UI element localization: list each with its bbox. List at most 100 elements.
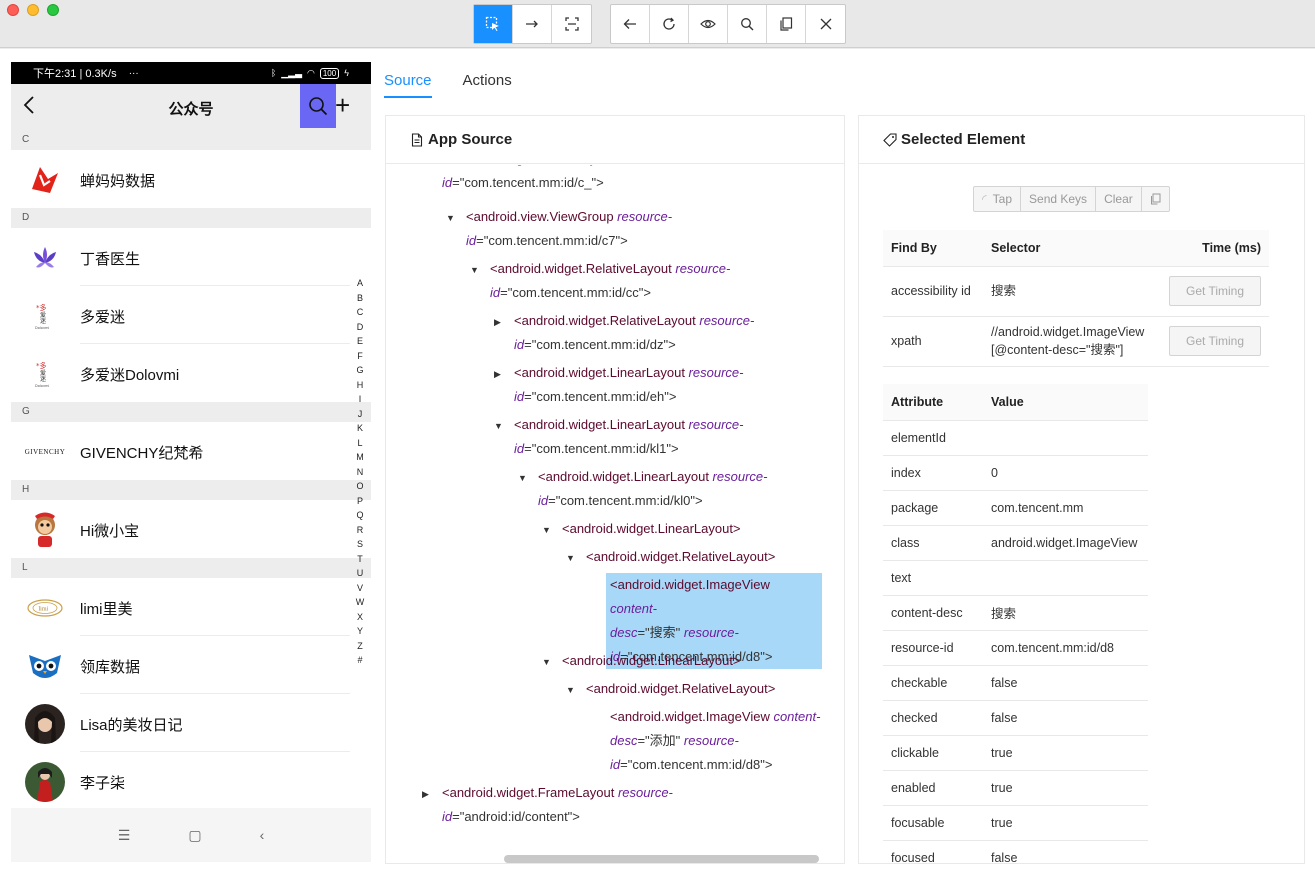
tree-node[interactable]: <android.widget.LinearLayout resource-id… [514,413,743,461]
tree-tag: <android.widget.RelativeLayout [514,313,700,328]
account-row[interactable]: *多爱迷 Dolovmi 多爱迷 [11,286,371,344]
minimize-window-button[interactable] [27,4,39,16]
index-letter[interactable]: Y [353,624,367,639]
index-letter[interactable]: T [353,552,367,567]
copy-button[interactable] [767,5,806,43]
tab-source[interactable]: Source [384,62,432,98]
account-row[interactable]: 丁香医生 [11,228,371,286]
show-hide-button[interactable] [689,5,728,43]
index-letter[interactable]: O [353,479,367,494]
index-letter[interactable]: X [353,610,367,625]
tree-node[interactable]: <android.widget.LinearLayout resource-id… [538,465,767,513]
index-letter[interactable]: V [353,581,367,596]
get-timing-button[interactable]: Get Timing [1169,326,1261,356]
account-row[interactable]: *多爱迷 Dolovmi 多爱迷Dolovmi [11,344,371,402]
nav-search-icon[interactable] [300,84,336,128]
copy-attributes-button[interactable] [1142,187,1169,211]
tree-node[interactable]: <android.widget.FrameLayout resource-id=… [442,781,673,829]
get-timing-button[interactable]: Get Timing [1169,276,1261,306]
tree-attr: resource- [712,469,768,484]
tap-coordinates-button[interactable] [552,5,591,43]
caret-right-icon[interactable]: ▶ [422,782,429,806]
caret-down-icon[interactable]: ▼ [518,466,527,490]
caret-right-icon[interactable]: ▶ [494,362,501,386]
caret-down-icon[interactable]: ▼ [566,678,575,702]
close-window-button[interactable] [7,4,19,16]
select-element-button[interactable] [474,5,513,43]
account-row[interactable]: Lisa的美妆日记 [11,694,371,752]
caret-down-icon[interactable]: ▼ [446,206,455,230]
index-letter[interactable]: M [353,450,367,465]
account-row[interactable]: 领库数据 [11,636,371,694]
search-button[interactable] [728,5,767,43]
index-letter[interactable]: B [353,291,367,306]
index-letter[interactable]: Z [353,639,367,654]
tree-node[interactable]: <android.widget.RelativeLayout> [586,545,775,569]
index-letter[interactable]: D [353,320,367,335]
attribute-value: false [983,665,1148,701]
index-letter[interactable]: F [353,349,367,364]
index-letter[interactable]: S [353,537,367,552]
back-chevron-icon[interactable]: ‹ [260,827,265,843]
tree-val: ="com.tencent.mm:id/dz"> [524,337,676,352]
index-letter[interactable]: J [353,407,367,422]
horizontal-scrollbar[interactable] [504,855,819,863]
account-row[interactable]: limi limi里美 [11,578,371,636]
alphabet-index-bar[interactable]: A B C D E F G H I J K L M N O P Q R S T U V W X Y Z # [353,276,367,668]
tree-node[interactable]: <android.widget.RelativeLayout resource-… [514,309,754,357]
index-letter[interactable]: P [353,494,367,509]
tree-node[interactable]: <android.widget.LinearLayout resource-id… [514,361,743,409]
caret-down-icon[interactable]: ▼ [542,650,551,674]
tree-tag: <android.widget.LinearLayout [514,417,689,432]
tree-node-line: id="com.tencent.mm:id/cc"> [490,281,730,305]
back-button[interactable] [611,5,650,43]
tree-node[interactable]: <android.widget.FrameLayout resource-id=… [442,165,673,195]
quit-button[interactable] [806,5,845,43]
index-letter[interactable]: Q [353,508,367,523]
index-letter[interactable]: A [353,276,367,291]
tree-node[interactable]: <android.widget.LinearLayout> [562,649,741,673]
clear-button[interactable]: Clear [1096,187,1142,211]
index-letter[interactable]: C [353,305,367,320]
tree-node[interactable]: <android.widget.RelativeLayout resource-… [490,257,730,305]
swipe-button[interactable] [513,5,552,43]
tree-node[interactable]: <android.widget.RelativeLayout> [586,677,775,701]
zoom-window-button[interactable] [47,4,59,16]
refresh-button[interactable] [650,5,689,43]
home-square-icon[interactable]: ▢ [188,827,201,844]
attribute-row: checkable false [883,665,1148,701]
caret-down-icon[interactable]: ▼ [566,546,575,570]
index-letter[interactable]: W [353,595,367,610]
tree-node[interactable]: <android.widget.ImageView content-desc="… [610,705,820,777]
index-letter[interactable]: # [353,653,367,668]
attribute-row: index 0 [883,455,1148,491]
index-letter[interactable]: U [353,566,367,581]
account-row[interactable]: Hi微小宝 [11,500,371,558]
index-letter[interactable]: I [353,392,367,407]
index-letter[interactable]: G [353,363,367,378]
device-screenshot[interactable]: 下午2:31 | 0.3K/s ··· ᛒ ▁▂▃ ◠ 100 ϟ 公众号 + … [11,62,371,862]
tree-tag: <android.widget.LinearLayout> [562,521,741,536]
index-letter[interactable]: K [353,421,367,436]
index-letter[interactable]: L [353,436,367,451]
send-keys-button[interactable]: Send Keys [1021,187,1097,211]
index-letter[interactable]: N [353,465,367,480]
caret-down-icon[interactable]: ▼ [494,414,503,438]
tab-actions[interactable]: Actions [463,62,512,98]
tree-node-line: <android.widget.LinearLayout resource- [514,361,743,385]
tree-node[interactable]: <android.view.ViewGroup resource-id="com… [466,205,672,253]
index-letter[interactable]: H [353,378,367,393]
tap-button[interactable]: ◜ Tap [974,187,1022,211]
caret-down-icon[interactable]: ▼ [542,518,551,542]
tree-node[interactable]: <android.widget.LinearLayout> [562,517,741,541]
account-row[interactable]: GIVENCHY GIVENCHY纪梵希 [11,422,371,480]
index-letter[interactable]: R [353,523,367,538]
caret-down-icon[interactable]: ▼ [470,258,479,282]
menu-icon[interactable]: ☰ [118,827,131,844]
index-letter[interactable]: E [353,334,367,349]
account-row[interactable]: 蝉妈妈数据 [11,150,371,208]
account-row[interactable]: 李子柒 [11,752,371,810]
nav-add-icon[interactable]: + [335,90,350,121]
caret-right-icon[interactable]: ▶ [494,310,501,334]
findby-timing-cell: Get Timing [1157,266,1269,317]
